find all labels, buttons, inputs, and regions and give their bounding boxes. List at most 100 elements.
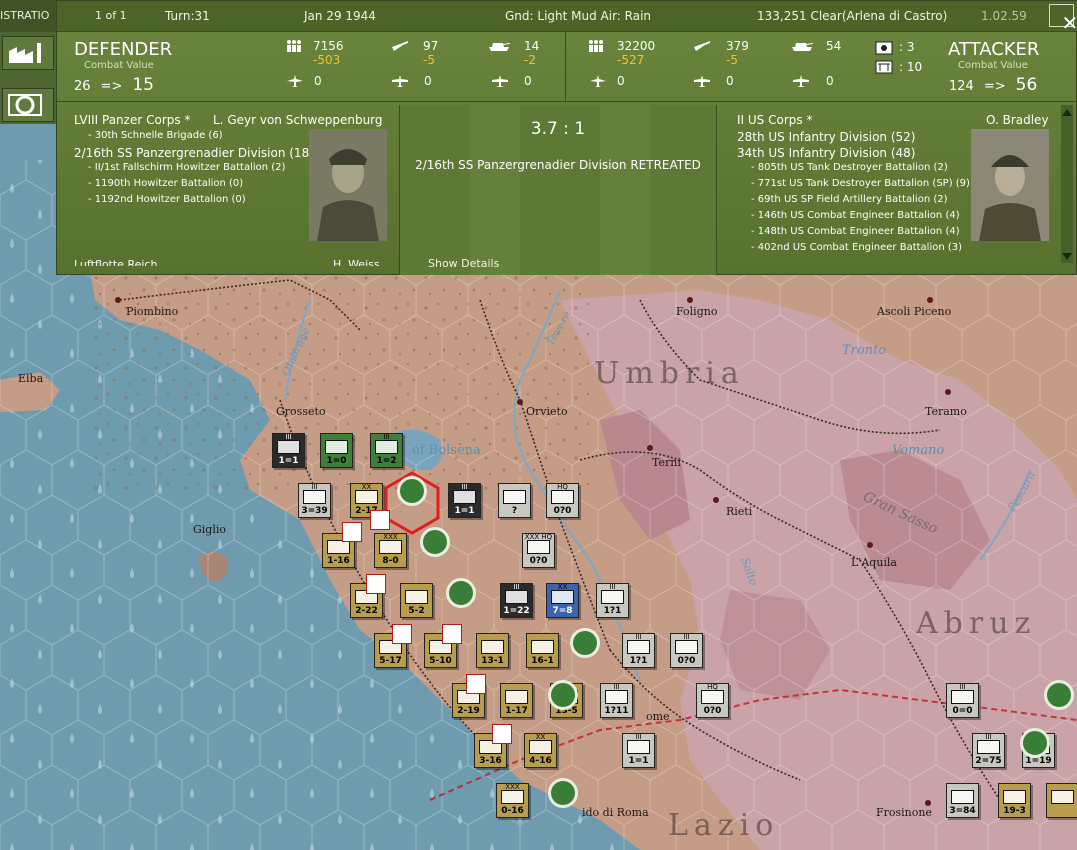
unit-type-icon <box>505 590 528 604</box>
unit-counter[interactable]: III 0=0 <box>946 683 979 718</box>
unit-type-icon <box>503 490 526 504</box>
defender-guns-count: 97 <box>423 39 439 53</box>
unit-counter[interactable] <box>1046 783 1077 818</box>
close-icon: ✕ <box>1061 11 1077 35</box>
defender-infantry: 7156 -503 <box>313 39 344 67</box>
unit-strength: 1=2 <box>376 456 397 466</box>
unit-strength: 3=39 <box>301 506 328 516</box>
unit-counter[interactable]: HQ 0?0 <box>546 483 579 518</box>
unit-counter[interactable]: XX 7=8 <box>546 583 579 618</box>
unit-strength: 3-16 <box>479 756 502 766</box>
unit-type-icon <box>327 540 350 554</box>
river-vomano-label: Vomano <box>892 443 945 458</box>
unit-counter[interactable]: III 3=39 <box>298 483 331 518</box>
factory-icon <box>466 674 486 694</box>
defender-cv-label: Combat Value <box>84 60 154 71</box>
transport-icon <box>793 75 809 87</box>
armor-unit-marker[interactable] <box>1044 680 1074 710</box>
armor-unit-marker[interactable] <box>446 578 476 608</box>
armor-unit-marker[interactable] <box>1020 728 1050 758</box>
unit-type-icon <box>977 740 1000 754</box>
unit-type-icon <box>453 490 476 504</box>
production-button[interactable] <box>2 36 54 70</box>
unit-counter[interactable]: 19-3 <box>998 783 1031 818</box>
unit-strength: 5-17 <box>379 656 402 666</box>
infantry-icon <box>287 40 301 52</box>
city-giglio: Giglio <box>193 523 227 536</box>
defender-transports: 0 <box>524 74 532 88</box>
sidebar-map-strip <box>0 124 56 160</box>
attacker-infantry-loss: -527 <box>617 53 645 67</box>
attacker-commander: O. Bradley <box>986 113 1049 127</box>
unit-counter[interactable]: III 1?11 <box>600 683 633 718</box>
unit-type-icon <box>355 490 378 504</box>
unit-counter[interactable]: XX 4-16 <box>524 733 557 768</box>
unit-counter[interactable]: III 1=2 <box>370 433 403 468</box>
defender-infantry-loss: -503 <box>313 53 341 67</box>
close-button[interactable]: ✕ <box>1049 4 1077 33</box>
armor-unit-marker[interactable] <box>548 778 578 808</box>
unit-counter[interactable]: III 1=1 <box>272 433 305 468</box>
attacker-corps-name: II US Corps * <box>737 113 813 127</box>
unit-type-icon <box>505 690 528 704</box>
hex-location: 133,251 Clear(Arlena di Castro) <box>757 9 948 23</box>
unit-strength: 2-22 <box>355 606 378 616</box>
factory-icon <box>442 624 462 644</box>
units-scrollbar[interactable] <box>1061 105 1073 263</box>
armor-unit-marker[interactable] <box>397 476 427 506</box>
armor-unit-marker[interactable] <box>420 527 450 557</box>
infantry-icon <box>589 40 603 52</box>
unit-counter[interactable]: III 0?0 <box>670 633 703 668</box>
city-teramo: Teramo <box>925 405 967 418</box>
version-label: 1.02.59 <box>981 9 1027 23</box>
unit-counter[interactable]: XXX 0-16 <box>496 783 529 818</box>
scroll-up-arrow-icon[interactable] <box>1062 109 1072 116</box>
unit-counter[interactable]: 3=84 <box>946 783 979 818</box>
unit-counter[interactable]: XXX HQ 0?0 <box>522 533 555 568</box>
city-frosinone: Frosinone <box>876 806 932 819</box>
unit-strength: 5-2 <box>408 606 425 616</box>
unit-counter[interactable]: HQ 0?0 <box>696 683 729 718</box>
armor-unit-marker[interactable] <box>570 628 600 658</box>
weather-conditions: Gnd: Light Mud Air: Rain <box>505 9 652 23</box>
unit-counter[interactable]: 1=0 <box>320 433 353 468</box>
attacker-cv-label: Combat Value <box>958 60 1028 71</box>
city-foligno: Foligno <box>676 305 718 318</box>
unit-counter[interactable]: III 1=1 <box>622 733 655 768</box>
unit-counter[interactable]: III 1=22 <box>500 583 533 618</box>
lake-bolsena-label: of Bolsena <box>412 443 481 458</box>
unit-counter[interactable]: XXX 8-0 <box>374 533 407 568</box>
unit-counter[interactable]: III 1?1 <box>622 633 655 668</box>
unit-strength: 3=84 <box>949 806 976 816</box>
unit-counter[interactable]: 13-1 <box>476 633 509 668</box>
left-sidebar: ISTRATIO <box>0 0 56 160</box>
combat-odds: 3.7 : 1 <box>530 119 586 139</box>
attacker-unit-line: - 402nd US Combat Engineer Battalion (3) <box>751 242 963 253</box>
scroll-down-arrow-icon[interactable] <box>1062 253 1072 260</box>
unit-counter[interactable]: III 2=75 <box>972 733 1005 768</box>
defender-cv-after: 15 <box>132 75 154 95</box>
defender-unit-line: - 1190th Howitzer Battalion (0) <box>88 178 244 189</box>
unit-counter[interactable]: ? <box>498 483 531 518</box>
attacker-commander-portrait <box>971 129 1049 241</box>
city-terni: Terni <box>652 456 681 469</box>
show-details-link[interactable]: Show Details <box>428 257 499 270</box>
unit-counter[interactable]: 1-17 <box>500 683 533 718</box>
defender-fighters: 0 <box>314 74 322 88</box>
unit-strength: 13-1 <box>481 656 504 666</box>
unit-counter[interactable]: III 1=1 <box>448 483 481 518</box>
unit-counter[interactable]: III 1?1 <box>596 583 629 618</box>
armor-unit-marker[interactable] <box>548 680 578 710</box>
attacker-infantry-count: 32200 <box>617 39 656 53</box>
defender-unit-line: - 30th Schnelle Brigade (6) <box>88 130 223 141</box>
unit-counter[interactable]: 16-1 <box>526 633 559 668</box>
defender-corps-name: LVIII Panzer Corps * <box>74 113 191 127</box>
unit-strength: 0?0 <box>677 656 696 666</box>
unit-strength: 1=1 <box>278 456 299 466</box>
defender-combat-value: 26 => 15 <box>74 75 154 95</box>
settings-button[interactable] <box>2 88 54 122</box>
unit-counter[interactable]: 5-2 <box>400 583 433 618</box>
defender-unit-line: - II/1st Fallschirm Howitzer Battalion (… <box>88 162 286 173</box>
date-indicator: Jan 29 1944 <box>304 9 376 23</box>
attacker-unit-line: 34th US Infantry Division (48) <box>737 146 916 160</box>
